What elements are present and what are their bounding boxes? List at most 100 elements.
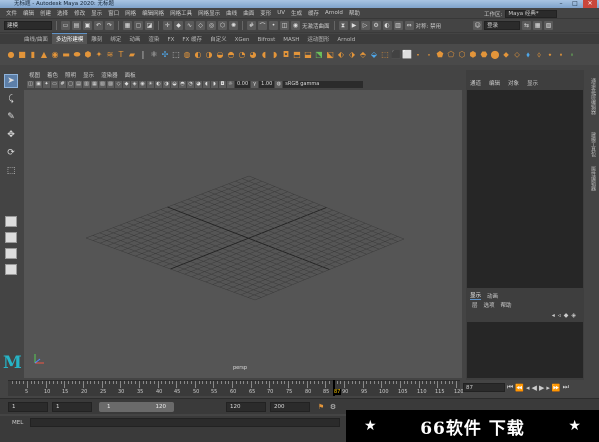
target-weld-icon[interactable]: ⬗ xyxy=(347,49,357,61)
shelf-tab[interactable]: 多边形建模 xyxy=(51,33,88,44)
menu-item[interactable]: 缓存 xyxy=(308,9,319,17)
layer-menu-item[interactable]: 层 xyxy=(472,301,478,309)
viewport-menu-item[interactable]: 面板 xyxy=(125,71,136,79)
layer-tab[interactable]: 动画 xyxy=(487,292,498,300)
channel-menu-item[interactable]: 显示 xyxy=(527,79,538,87)
boolean-union-icon[interactable]: ◐ xyxy=(193,49,203,61)
harden-edge-icon[interactable]: ⬦ xyxy=(512,49,522,61)
camera-map-icon[interactable]: ⬪ xyxy=(556,49,566,61)
image-plane-icon[interactable]: ▭ xyxy=(51,80,58,88)
remesh-icon[interactable]: ◔ xyxy=(237,49,247,61)
tab-modeling-toolkit[interactable]: 建模工具包 xyxy=(587,132,597,157)
paint-select-icon[interactable]: ✎ xyxy=(4,110,18,124)
select-surface-icon[interactable]: ◇ xyxy=(196,21,205,30)
bridge-icon[interactable]: ⬓ xyxy=(303,49,313,61)
mel-input[interactable] xyxy=(30,418,340,427)
grid-toggle-icon[interactable]: # xyxy=(59,80,66,88)
viewport-3d[interactable]: persp xyxy=(24,90,462,378)
xray-joints-icon[interactable]: ◗ xyxy=(211,80,218,88)
planar-map-icon[interactable]: ⬨ xyxy=(534,49,544,61)
select-deform-icon[interactable]: ◎ xyxy=(207,21,216,30)
close-button[interactable]: ✕ xyxy=(583,0,597,8)
motion-blur-icon[interactable]: ◒ xyxy=(171,80,178,88)
playback-start-field[interactable]: 1 xyxy=(52,402,92,412)
fill-hole-icon[interactable]: ◖ xyxy=(259,49,269,61)
mirror-icon[interactable]: ◓ xyxy=(226,49,236,61)
menu-item[interactable]: 曲线 xyxy=(226,9,237,17)
menu-item[interactable]: 创建 xyxy=(40,9,51,17)
boolean-intersect-icon[interactable]: ◒ xyxy=(215,49,225,61)
isolate-select-icon[interactable]: ◕ xyxy=(195,80,202,88)
menu-item[interactable]: 曲面 xyxy=(243,9,254,17)
workspace-dropdown[interactable]: Maya 经典* xyxy=(505,10,558,18)
layer-menu-item[interactable]: 选项 xyxy=(484,301,495,309)
viewport-menu-item[interactable]: 渲染器 xyxy=(101,71,118,79)
menu-item[interactable]: 编辑网格 xyxy=(142,9,164,17)
shelf-tab[interactable]: 绑定 xyxy=(106,34,125,44)
combine-icon[interactable]: ✣ xyxy=(160,49,170,61)
history-icon[interactable]: ⧗ xyxy=(338,21,348,30)
poly-plane-icon[interactable]: ▬ xyxy=(61,49,71,61)
menu-set-dropdown[interactable]: 建模 xyxy=(4,21,52,30)
connect-icon[interactable]: ⬠ xyxy=(446,49,456,61)
edge-loop-icon[interactable]: ⬘ xyxy=(358,49,368,61)
depth-of-field-icon[interactable]: ◔ xyxy=(187,80,194,88)
triangulate-icon[interactable]: ⬣ xyxy=(479,49,489,61)
multi-cut-icon[interactable]: ⬕ xyxy=(325,49,335,61)
ipr-render-icon[interactable]: ▷ xyxy=(360,21,370,30)
persp-outliner-layout-icon[interactable] xyxy=(5,248,17,259)
detach-icon[interactable]: ⬡ xyxy=(457,49,467,61)
safe-action-icon[interactable]: ▧ xyxy=(99,80,106,88)
render-settings-icon[interactable]: ⚙ xyxy=(371,21,381,30)
retopo-icon[interactable]: ◕ xyxy=(248,49,258,61)
layer-tab[interactable]: 显示 xyxy=(470,291,482,300)
menu-item[interactable]: 生成 xyxy=(291,9,302,17)
step-forward-frame-icon[interactable]: ▸ xyxy=(546,384,550,392)
shelf-tab[interactable]: 雕刻 xyxy=(87,34,106,44)
menu-item[interactable]: 窗口 xyxy=(108,9,119,17)
select-joint-icon[interactable]: ◆ xyxy=(174,21,183,30)
snap-view-icon[interactable]: ◫ xyxy=(280,21,289,30)
outliner-layout-icon[interactable] xyxy=(5,264,17,275)
offset-loop-icon[interactable]: ⬙ xyxy=(369,49,379,61)
super-shape-icon[interactable]: ✦ xyxy=(94,49,104,61)
snap-point-icon[interactable]: • xyxy=(269,21,278,30)
new-layer-selected-icon[interactable]: ◆ xyxy=(564,312,569,319)
shelf-tab[interactable]: FX 缓存 xyxy=(178,34,206,44)
gamma-field[interactable]: 1.00 xyxy=(259,80,275,88)
wireframe-icon[interactable]: ◇ xyxy=(115,80,122,88)
circularize-icon[interactable]: ⬞ xyxy=(424,49,434,61)
select-component-icon[interactable]: ◪ xyxy=(145,21,154,30)
single-perspective-layout-icon[interactable] xyxy=(5,216,17,227)
step-back-frame-icon[interactable]: ◂ xyxy=(526,384,530,392)
open-scene-icon[interactable]: ▤ xyxy=(72,21,81,30)
poly-disc-icon[interactable]: ⬬ xyxy=(72,49,82,61)
menu-item[interactable]: 编辑 xyxy=(23,9,34,17)
range-slider-bar[interactable]: 1 120 xyxy=(99,402,174,412)
quadrangulate-icon[interactable]: ⬤ xyxy=(490,49,500,61)
collapse-icon[interactable]: ⬟ xyxy=(435,49,445,61)
shelf-tab[interactable]: MASH xyxy=(279,36,303,44)
shelf-settings-icon[interactable]: ⬫ xyxy=(567,49,577,61)
tab-attribute-editor[interactable]: 属性编辑器 xyxy=(587,166,597,191)
boolean-difference-icon[interactable]: ◑ xyxy=(204,49,214,61)
viewport-menu-item[interactable]: 视图 xyxy=(29,71,40,79)
minimize-button[interactable]: – xyxy=(554,0,568,8)
auto-map-icon[interactable]: ⬩ xyxy=(545,49,555,61)
auto-key-icon[interactable]: ⚑ xyxy=(316,402,326,412)
gate-mask-icon[interactable]: ▥ xyxy=(83,80,90,88)
cleanup-icon[interactable]: ◘ xyxy=(281,49,291,61)
color-management-icon[interactable]: ◍ xyxy=(275,80,283,88)
redo-icon[interactable]: ↷ xyxy=(105,21,114,30)
wedge-icon[interactable]: ⬝ xyxy=(413,49,423,61)
textured-icon[interactable]: ◉ xyxy=(139,80,146,88)
toggle-attribute-icon[interactable]: ▦ xyxy=(533,21,543,30)
select-dynamic-icon[interactable]: ⬡ xyxy=(218,21,227,30)
quad-draw-icon[interactable]: ⬚ xyxy=(380,49,390,61)
go-to-end-icon[interactable]: ⏭ xyxy=(563,383,569,392)
sweep-mesh-icon[interactable]: ≋ xyxy=(105,49,115,61)
viewport-menu-item[interactable]: 着色 xyxy=(47,71,58,79)
view-transform-dropdown[interactable]: sRGB gamma xyxy=(283,80,364,88)
save-scene-icon[interactable]: ▣ xyxy=(83,21,92,30)
menu-item[interactable]: 帮助 xyxy=(349,9,360,17)
